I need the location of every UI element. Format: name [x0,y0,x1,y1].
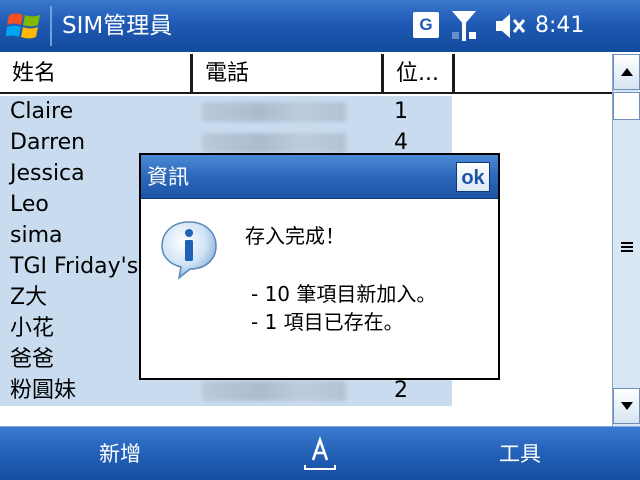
title-separator [50,6,52,46]
contact-name: sima [10,223,63,248]
contact-name: Jessica [10,161,85,186]
sim-position: 1 [394,99,408,124]
column-divider[interactable] [452,54,455,92]
app-title: SIM管理員 [62,13,173,39]
phone-redacted [202,381,346,401]
message-line: - 1 項目已存在。 [251,310,404,334]
arrow-down-icon [621,402,633,410]
phone-redacted [202,102,346,122]
clock[interactable]: 8:41 [535,12,584,40]
column-header-name[interactable]: 姓名 [0,54,190,92]
contact-name: 粉圓妹 [10,378,77,403]
message-headline: 存入完成！ [245,224,345,248]
vertical-scrollbar[interactable] [612,54,640,426]
contact-name: Claire [10,99,74,124]
scroll-grip-icon[interactable] [621,242,633,252]
dialog-title: 資訊 [147,165,189,189]
list-header: 姓名 電話 位... [0,54,612,94]
phone-redacted [202,133,346,153]
scroll-thumb[interactable] [613,92,640,120]
contact-name: TGI Friday's [10,254,139,279]
contact-name: 爸爸 [10,347,55,372]
info-icon [161,221,217,280]
arrow-up-icon [621,68,633,76]
info-dialog: 資訊 ok 存入完成！ - 10 筆項目新加入。 - 1 項目已存在。 [139,153,500,380]
dialog-title-bar: 資訊 ok [141,155,498,199]
scroll-up-button[interactable] [613,54,640,90]
column-header-phone[interactable]: 電話 [193,54,381,92]
soft-key-bar: 新增 工具 [0,426,640,480]
scroll-down-button[interactable] [613,388,640,424]
ok-button[interactable]: ok [456,162,490,192]
g-status-icon[interactable]: G [413,12,439,38]
contact-name: Z大 [10,285,48,310]
title-bar: SIM管理員 G 8:41 [0,0,640,52]
windows-start-icon[interactable] [6,9,44,43]
keyboard-input-icon[interactable] [302,435,338,473]
column-header-position[interactable]: 位... [384,54,452,92]
tools-softkey[interactable]: 工具 [440,427,600,480]
list-item[interactable]: Claire 1 [0,96,452,127]
new-softkey[interactable]: 新增 [40,427,200,480]
speaker-muted-icon[interactable] [494,12,526,40]
message-line: - 10 筆項目新加入。 [251,282,437,306]
signal-icon[interactable] [449,8,479,44]
contact-name: Leo [10,192,49,217]
contact-name: Darren [10,130,86,155]
contact-name: 小花 [10,316,55,341]
